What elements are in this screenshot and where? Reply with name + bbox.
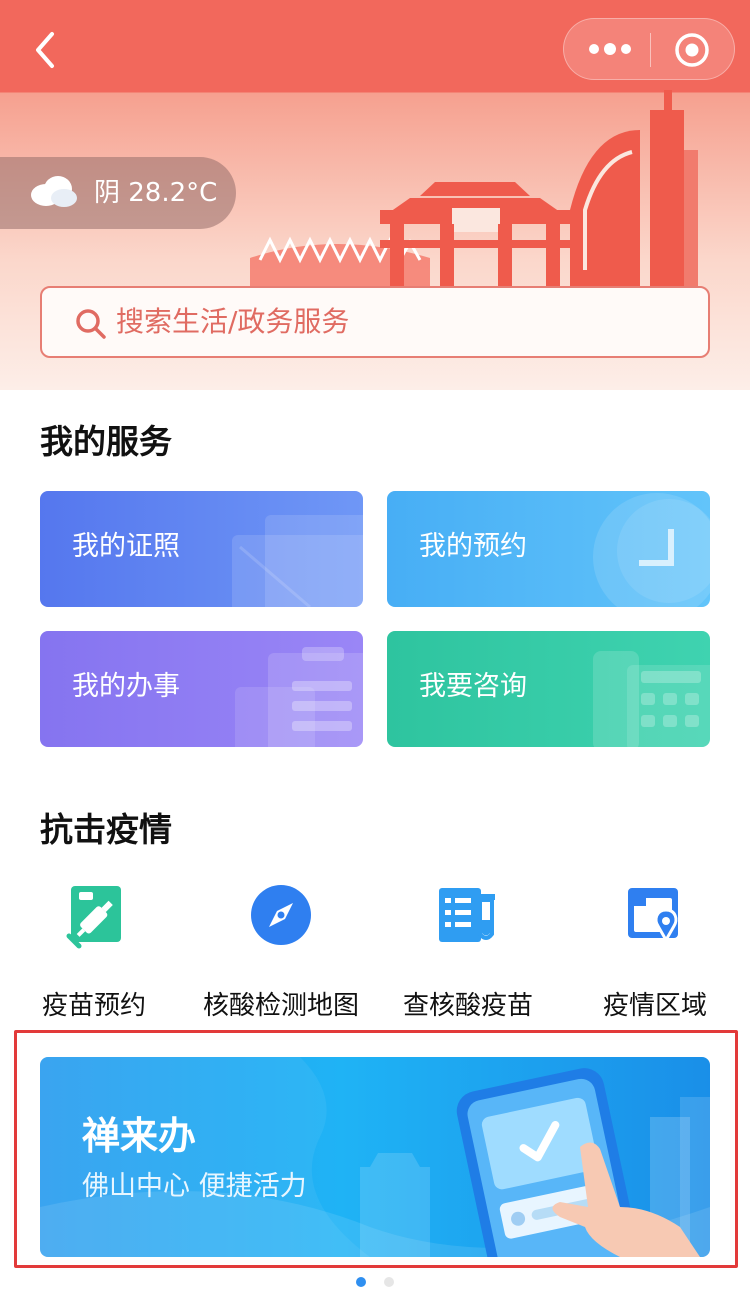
tool-label: 查核酸疫苗 — [402, 991, 533, 1021]
weather-widget: 阴 28.2°C — [0, 157, 236, 229]
tool-epidemic-area[interactable]: 疫情区域 — [570, 880, 740, 1026]
tool-vaccine-booking[interactable]: 疫苗预约 — [9, 880, 179, 1026]
card-my-appointments[interactable]: 我的预约 — [387, 491, 710, 607]
tool-check-nucleic-vaccine[interactable]: 查核酸疫苗 — [383, 880, 553, 1026]
carousel-dot-active[interactable] — [356, 1277, 366, 1287]
more-dots-icon[interactable] — [588, 39, 632, 59]
compass-icon — [251, 885, 311, 945]
city-skyline-illustration — [250, 90, 698, 286]
card-label: 我的证照 — [72, 531, 180, 562]
back-arrow-icon[interactable] — [26, 26, 66, 74]
card-consult[interactable]: 我要咨询 — [387, 631, 710, 747]
carousel-dot[interactable] — [384, 1277, 394, 1287]
tool-label: 疫苗预约 — [41, 991, 146, 1021]
my-services-title: 我的服务 — [40, 422, 172, 461]
tool-label: 疫情区域 — [602, 991, 707, 1021]
card-label: 我的预约 — [419, 531, 527, 562]
tool-label: 核酸检测地图 — [202, 991, 359, 1021]
promo-banner[interactable]: 禅来办 佛山中心 便捷活力 — [40, 1057, 710, 1257]
search-input[interactable]: 搜索生活/政务服务 — [40, 286, 710, 358]
cloud-icon — [31, 176, 77, 207]
test-tube-icon — [439, 888, 495, 942]
mini-program-capsule — [563, 18, 735, 80]
card-label: 我的办事 — [72, 671, 180, 702]
weather-text: 阴 28.2°C — [94, 178, 218, 208]
banner-subtitle: 佛山中心 便捷活力 — [82, 1171, 307, 1202]
card-label: 我要咨询 — [419, 671, 527, 702]
card-my-affairs[interactable]: 我的办事 — [40, 631, 363, 747]
capsule-divider — [650, 33, 651, 67]
close-mini-program-icon[interactable] — [674, 32, 710, 68]
tool-nucleic-test-map[interactable]: 核酸检测地图 — [196, 880, 366, 1026]
epidemic-title: 抗击疫情 — [40, 810, 172, 849]
vaccine-icon — [66, 886, 121, 949]
banner-title: 禅来办 — [82, 1114, 197, 1158]
card-my-certificates[interactable]: 我的证照 — [40, 491, 363, 607]
search-placeholder: 搜索生活/政务服务 — [116, 305, 350, 338]
map-pin-icon — [628, 888, 678, 944]
search-icon — [76, 309, 106, 339]
